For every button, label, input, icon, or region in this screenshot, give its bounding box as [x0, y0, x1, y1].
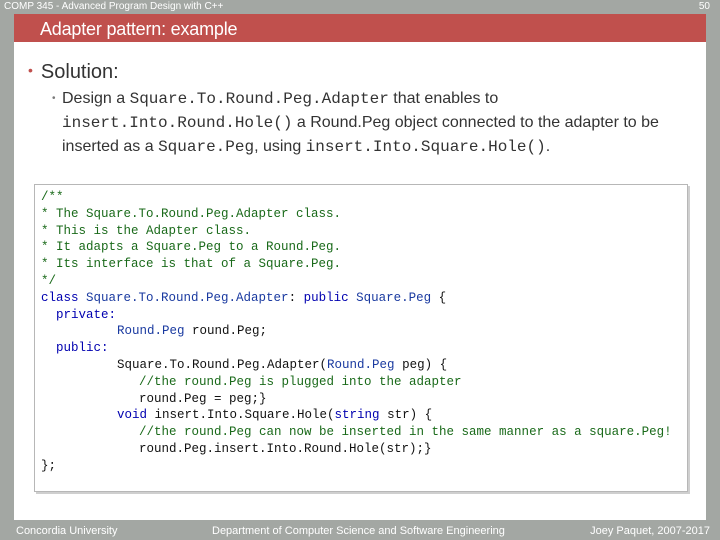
footer-university: Concordia University: [16, 525, 118, 537]
code-method-name: insert.Into.Square.Hole(): [305, 138, 546, 156]
code-type: Square.To.Round.Peg.Adapter: [86, 290, 289, 305]
code-line: /**: [41, 190, 64, 204]
text-run: Design a: [62, 90, 130, 107]
right-frame: [706, 0, 720, 540]
code-keyword: string: [334, 408, 380, 423]
code-line: * Its interface is that of a Square.Peg.: [41, 257, 342, 272]
code-keyword: public: [303, 290, 357, 305]
code-type: Round.Peg: [327, 357, 395, 372]
code-line: * The Square.To.Round.Peg.Adapter class.: [41, 206, 342, 221]
code-text: str) {: [379, 408, 433, 423]
slide-title-bar: Adapter pattern: example: [14, 14, 706, 42]
code-text: {: [431, 290, 447, 305]
code-text: peg) {: [394, 357, 448, 372]
code-line: //the round.Peg can now be inserted in t…: [139, 425, 672, 440]
code-listing: /** * The Square.To.Round.Peg.Adapter cl…: [34, 184, 688, 492]
code-line: void insert.Into.Square.Hole(string str)…: [41, 407, 672, 424]
text-run: .: [545, 138, 551, 155]
footer-author: Joey Paquet, 2007-2017: [590, 525, 710, 537]
text-run: , using: [254, 138, 306, 155]
code-line: round.Peg = peg;}: [139, 391, 267, 406]
bullet-solution-text: Solution:: [40, 61, 119, 83]
code-text: :: [288, 290, 304, 305]
code-line: private:: [56, 307, 117, 322]
slide-content: • Solution: • Design a Square.To.Round.Pe…: [14, 42, 706, 520]
course-title: COMP 345 - Advanced Program Design with …: [4, 1, 224, 12]
sub-bullet-dot: •: [52, 93, 56, 104]
code-method-name: insert.Into.Round.Hole(): [62, 114, 293, 132]
code-keyword: class: [41, 290, 87, 305]
code-line: };: [41, 458, 57, 473]
slide-number: 50: [698, 1, 710, 12]
text-run: that enables to: [388, 90, 499, 107]
code-type: Round.Peg: [117, 324, 185, 339]
code-line: class Square.To.Round.Peg.Adapter: publi…: [41, 290, 672, 307]
code-type: Square.Peg: [356, 290, 432, 305]
code-class-name: Square.Peg: [158, 138, 255, 156]
slide-title: Adapter pattern: example: [40, 19, 238, 39]
footer-department: Department of Computer Science and Softw…: [212, 525, 505, 537]
code-line: * It adapts a Square.Peg to a Round.Peg.: [41, 240, 342, 255]
sub-bullet: • Design a Square.To.Round.Peg.Adapter t…: [52, 87, 702, 159]
code-line: */: [41, 273, 57, 288]
code-line: round.Peg.insert.Into.Round.Hole(str);}: [139, 441, 432, 456]
code-lines: /** * The Square.To.Round.Peg.Adapter cl…: [41, 189, 672, 475]
code-keyword: void: [117, 408, 148, 423]
bullet-dot: •: [28, 62, 33, 78]
code-line: //the round.Peg is plugged into the adap…: [139, 374, 462, 389]
code-text: Square.To.Round.Peg.Adapter(: [117, 357, 328, 372]
code-class-name: Square.To.Round.Peg.Adapter: [129, 90, 389, 108]
code-text: insert.Into.Square.Hole(: [147, 408, 335, 423]
sub-bullet-text: Design a Square.To.Round.Peg.Adapter tha…: [52, 87, 702, 159]
left-frame: [0, 0, 14, 540]
code-line: * This is the Adapter class.: [41, 223, 252, 238]
code-line: public:: [56, 341, 109, 356]
code-line: Square.To.Round.Peg.Adapter(Round.Peg pe…: [41, 357, 672, 374]
code-line: Round.Peg round.Peg;: [41, 323, 672, 340]
code-text: round.Peg;: [184, 324, 268, 339]
bullet-solution: • Solution:: [28, 58, 119, 84]
